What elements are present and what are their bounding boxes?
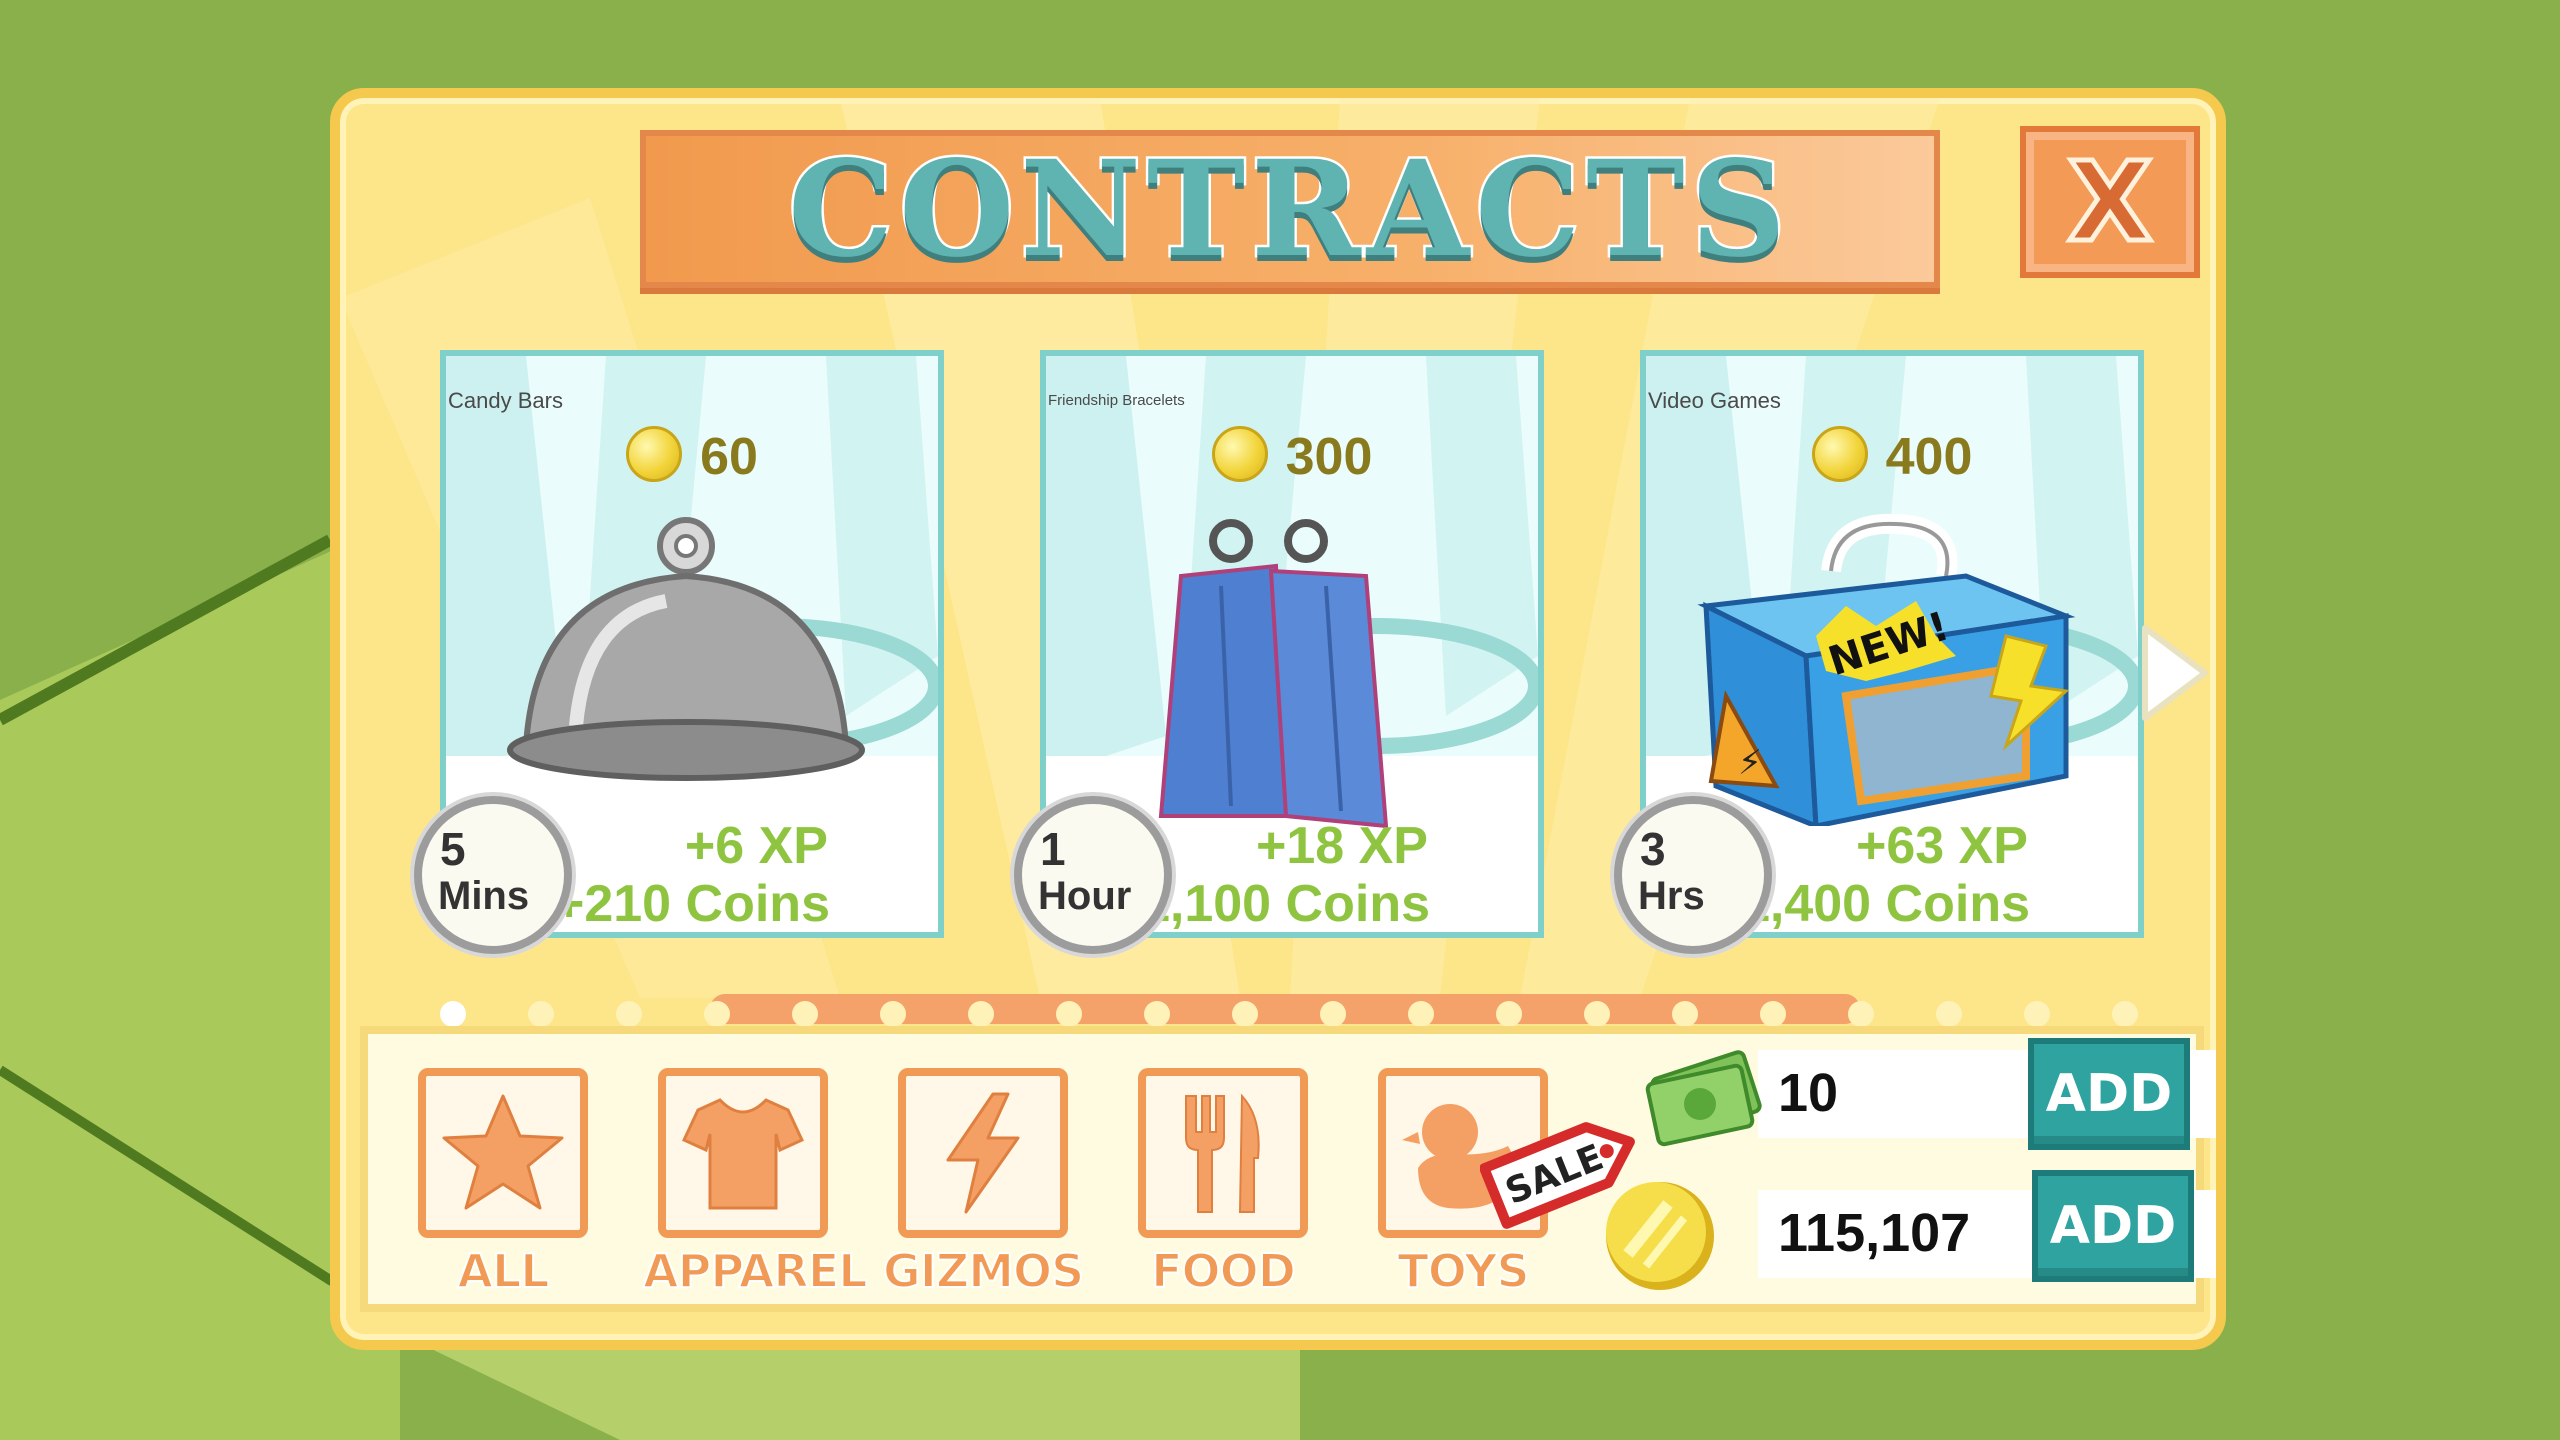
pagination-dot[interactable] (1232, 1001, 1258, 1027)
category-apparel[interactable]: APPAREL (642, 1068, 869, 1299)
contract-cost: 400 (1646, 426, 2138, 487)
timer-clock-icon: 1 Hour (1014, 796, 1172, 954)
pagination-dot[interactable] (1056, 1001, 1082, 1027)
contract-card-candy-bars[interactable]: Candy Bars 60 +6 XP +210 Coins 5 Mins (414, 350, 944, 954)
contract-xp: +63 XP (1855, 817, 2028, 875)
add-coins-button[interactable]: ADD (2032, 1170, 2194, 1282)
coin-icon (626, 426, 683, 482)
pagination-dot[interactable] (1672, 1001, 1698, 1027)
svg-text:⚡: ⚡ (1738, 743, 1762, 783)
cloche-icon (507, 517, 865, 781)
pagination-dot[interactable] (704, 1001, 730, 1027)
pagination-dot[interactable] (1320, 1001, 1346, 1027)
timer-clock-icon: 5 Mins (414, 796, 572, 954)
coin-icon (1811, 426, 1868, 482)
contract-cost: 300 (1046, 426, 1538, 487)
garment-bag-icon (1158, 519, 1389, 829)
contract-name: Friendship Bracelets (1048, 392, 1185, 409)
cash-icon (1645, 1050, 1762, 1147)
page-title: CONTRACTS (786, 129, 1792, 289)
pagination-dot[interactable] (792, 1001, 818, 1027)
category-bar: ALL APPAREL GIZMOS FOOD TOYS 10 ADD 115,… (360, 1026, 2216, 1312)
lightning-icon (946, 1092, 1020, 1214)
star-icon (442, 1094, 564, 1210)
pagination-dot[interactable] (1496, 1001, 1522, 1027)
pagination-dot[interactable] (1848, 1001, 1874, 1027)
coin-icon (1211, 426, 1268, 482)
category-label: FOOD (1150, 1243, 1297, 1299)
next-arrow-icon[interactable] (2135, 618, 2215, 728)
contract-card-friendship-bracelets[interactable]: Friendship Bracelets 300 +18 XP +1,100 C… (1014, 350, 1544, 954)
timer-clock-icon: 3 Hrs (1614, 796, 1772, 954)
sale-tag-icon: SALE (1480, 1122, 1635, 1229)
coins-amount: 115,107 (1778, 1203, 1971, 1263)
category-label: TOYS (1396, 1243, 1530, 1299)
contract-name: Candy Bars (448, 388, 563, 413)
contract-cost: 60 (446, 426, 938, 487)
category-food[interactable]: FOOD (1138, 1068, 1308, 1299)
pagination-dot[interactable] (1936, 1001, 1962, 1027)
pagination-dot[interactable] (616, 1001, 642, 1027)
close-button[interactable]: X (2020, 126, 2200, 278)
contract-name: Video Games (1648, 388, 1781, 413)
pagination-dot[interactable] (528, 1001, 554, 1027)
pagination-dot[interactable] (880, 1001, 906, 1027)
contract-xp: +18 XP (1255, 817, 1428, 875)
category-all[interactable]: ALL (418, 1068, 588, 1299)
category-label: GIZMOS (882, 1243, 1085, 1299)
contract-card-video-games[interactable]: Video Games 400 ⚡ NEW! +63 XP +1,400 Coi… (1614, 350, 2144, 954)
category-box (1138, 1068, 1308, 1238)
title-banner: CONTRACTS (640, 129, 1940, 289)
pagination-dot[interactable] (1760, 1001, 1786, 1027)
pagination-dot[interactable] (968, 1001, 994, 1027)
pagination-dot[interactable] (1144, 1001, 1170, 1027)
contract-xp: +6 XP (684, 817, 828, 875)
cash-amount: 10 (1778, 1063, 1839, 1123)
contracts-panel: CONTRACTS X Candy Bars 60 +6 XP +210 Coi… (330, 88, 2226, 1350)
category-gizmos[interactable]: GIZMOS (882, 1068, 1085, 1299)
pagination-dot[interactable] (2112, 1001, 2138, 1027)
pagination-dot[interactable] (440, 1001, 466, 1027)
pagination-dot[interactable] (1584, 1001, 1610, 1027)
pagination-dot[interactable] (1408, 1001, 1434, 1027)
pagination-dot[interactable] (2024, 1001, 2050, 1027)
fork-knife-icon (1185, 1093, 1260, 1213)
add-cash-button[interactable]: ADD (2028, 1038, 2190, 1150)
category-label: ALL (456, 1243, 550, 1299)
category-box (418, 1068, 588, 1238)
category-box (898, 1068, 1068, 1238)
contract-coins: +210 Coins (553, 875, 830, 932)
shirt-icon (682, 1098, 804, 1210)
category-label: APPAREL (642, 1243, 869, 1299)
close-icon: X (2065, 138, 2155, 266)
new-badge: NEW! (1816, 601, 1956, 685)
category-box (658, 1068, 828, 1238)
